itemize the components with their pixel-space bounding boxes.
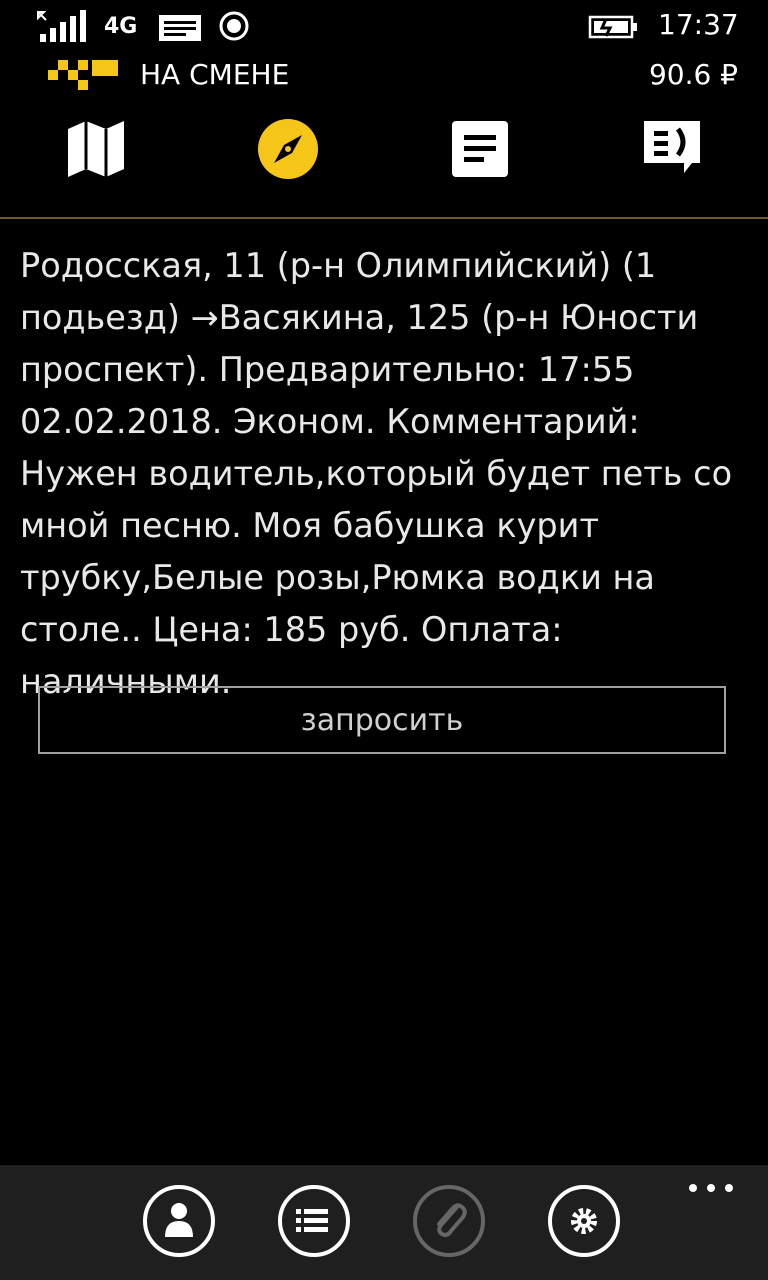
app-header: НА СМЕНЕ 90.6 ₽ xyxy=(0,52,768,102)
attach-button[interactable] xyxy=(413,1185,485,1257)
app-bar xyxy=(0,1165,768,1280)
more-icon[interactable] xyxy=(688,1175,734,1201)
clock: 17:37 xyxy=(658,8,739,41)
list-button[interactable] xyxy=(278,1185,350,1257)
profile-button[interactable] xyxy=(143,1185,215,1257)
settings-icon xyxy=(571,1208,597,1234)
profile-icon xyxy=(165,1203,193,1237)
header-divider xyxy=(0,217,768,219)
attach-icon xyxy=(437,1203,467,1237)
signal-icon xyxy=(37,10,86,42)
battery-charging-icon xyxy=(588,15,637,39)
balance: 90.6 ₽ xyxy=(648,58,738,91)
taxi-logo-icon xyxy=(48,60,118,90)
map-icon[interactable] xyxy=(64,117,128,181)
orders-list-icon[interactable] xyxy=(448,117,512,181)
compass-icon[interactable] xyxy=(256,117,320,181)
shift-status: НА СМЕНЕ xyxy=(140,58,290,91)
location-icon xyxy=(219,11,249,41)
top-nav xyxy=(0,105,768,215)
status-bar: 4G 17:37 xyxy=(0,0,768,52)
message-icon xyxy=(159,15,201,41)
network-type: 4G xyxy=(104,14,138,39)
order-description: Родосская, 11 (р-н Олимпийский) (1 подье… xyxy=(20,246,733,701)
list-icon xyxy=(296,1209,328,1232)
chat-icon[interactable] xyxy=(640,117,704,181)
request-button[interactable]: запросить xyxy=(38,686,726,754)
settings-button[interactable] xyxy=(548,1185,620,1257)
